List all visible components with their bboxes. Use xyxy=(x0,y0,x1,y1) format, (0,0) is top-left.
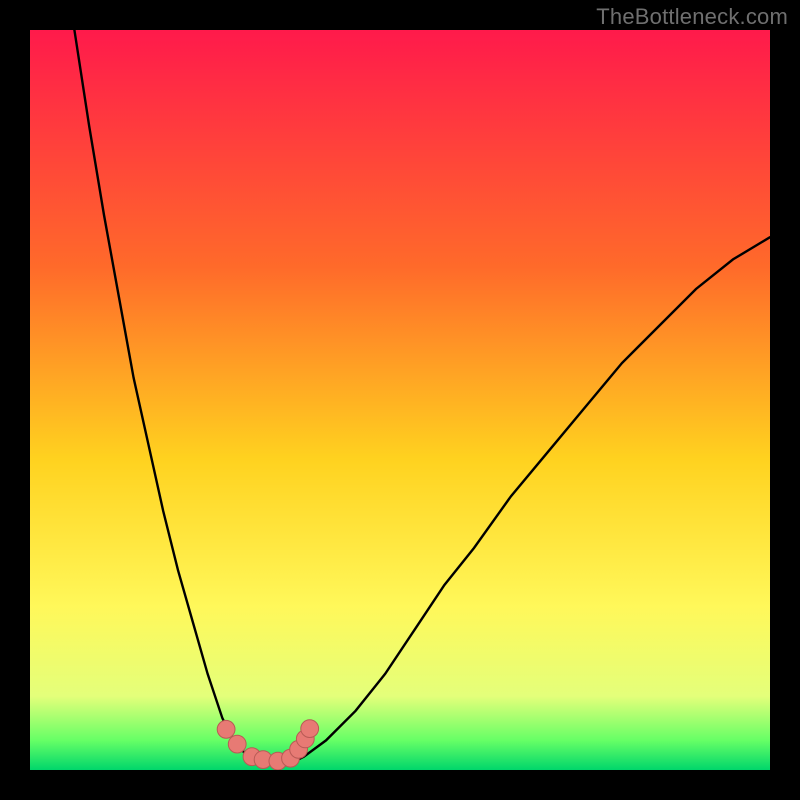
plot-area xyxy=(30,30,770,770)
curve-marker xyxy=(217,720,235,738)
gradient-background xyxy=(30,30,770,770)
chart-frame: TheBottleneck.com xyxy=(0,0,800,800)
watermark-text: TheBottleneck.com xyxy=(596,4,788,30)
curve-marker xyxy=(301,720,319,738)
curve-marker xyxy=(228,735,246,753)
chart-svg xyxy=(30,30,770,770)
